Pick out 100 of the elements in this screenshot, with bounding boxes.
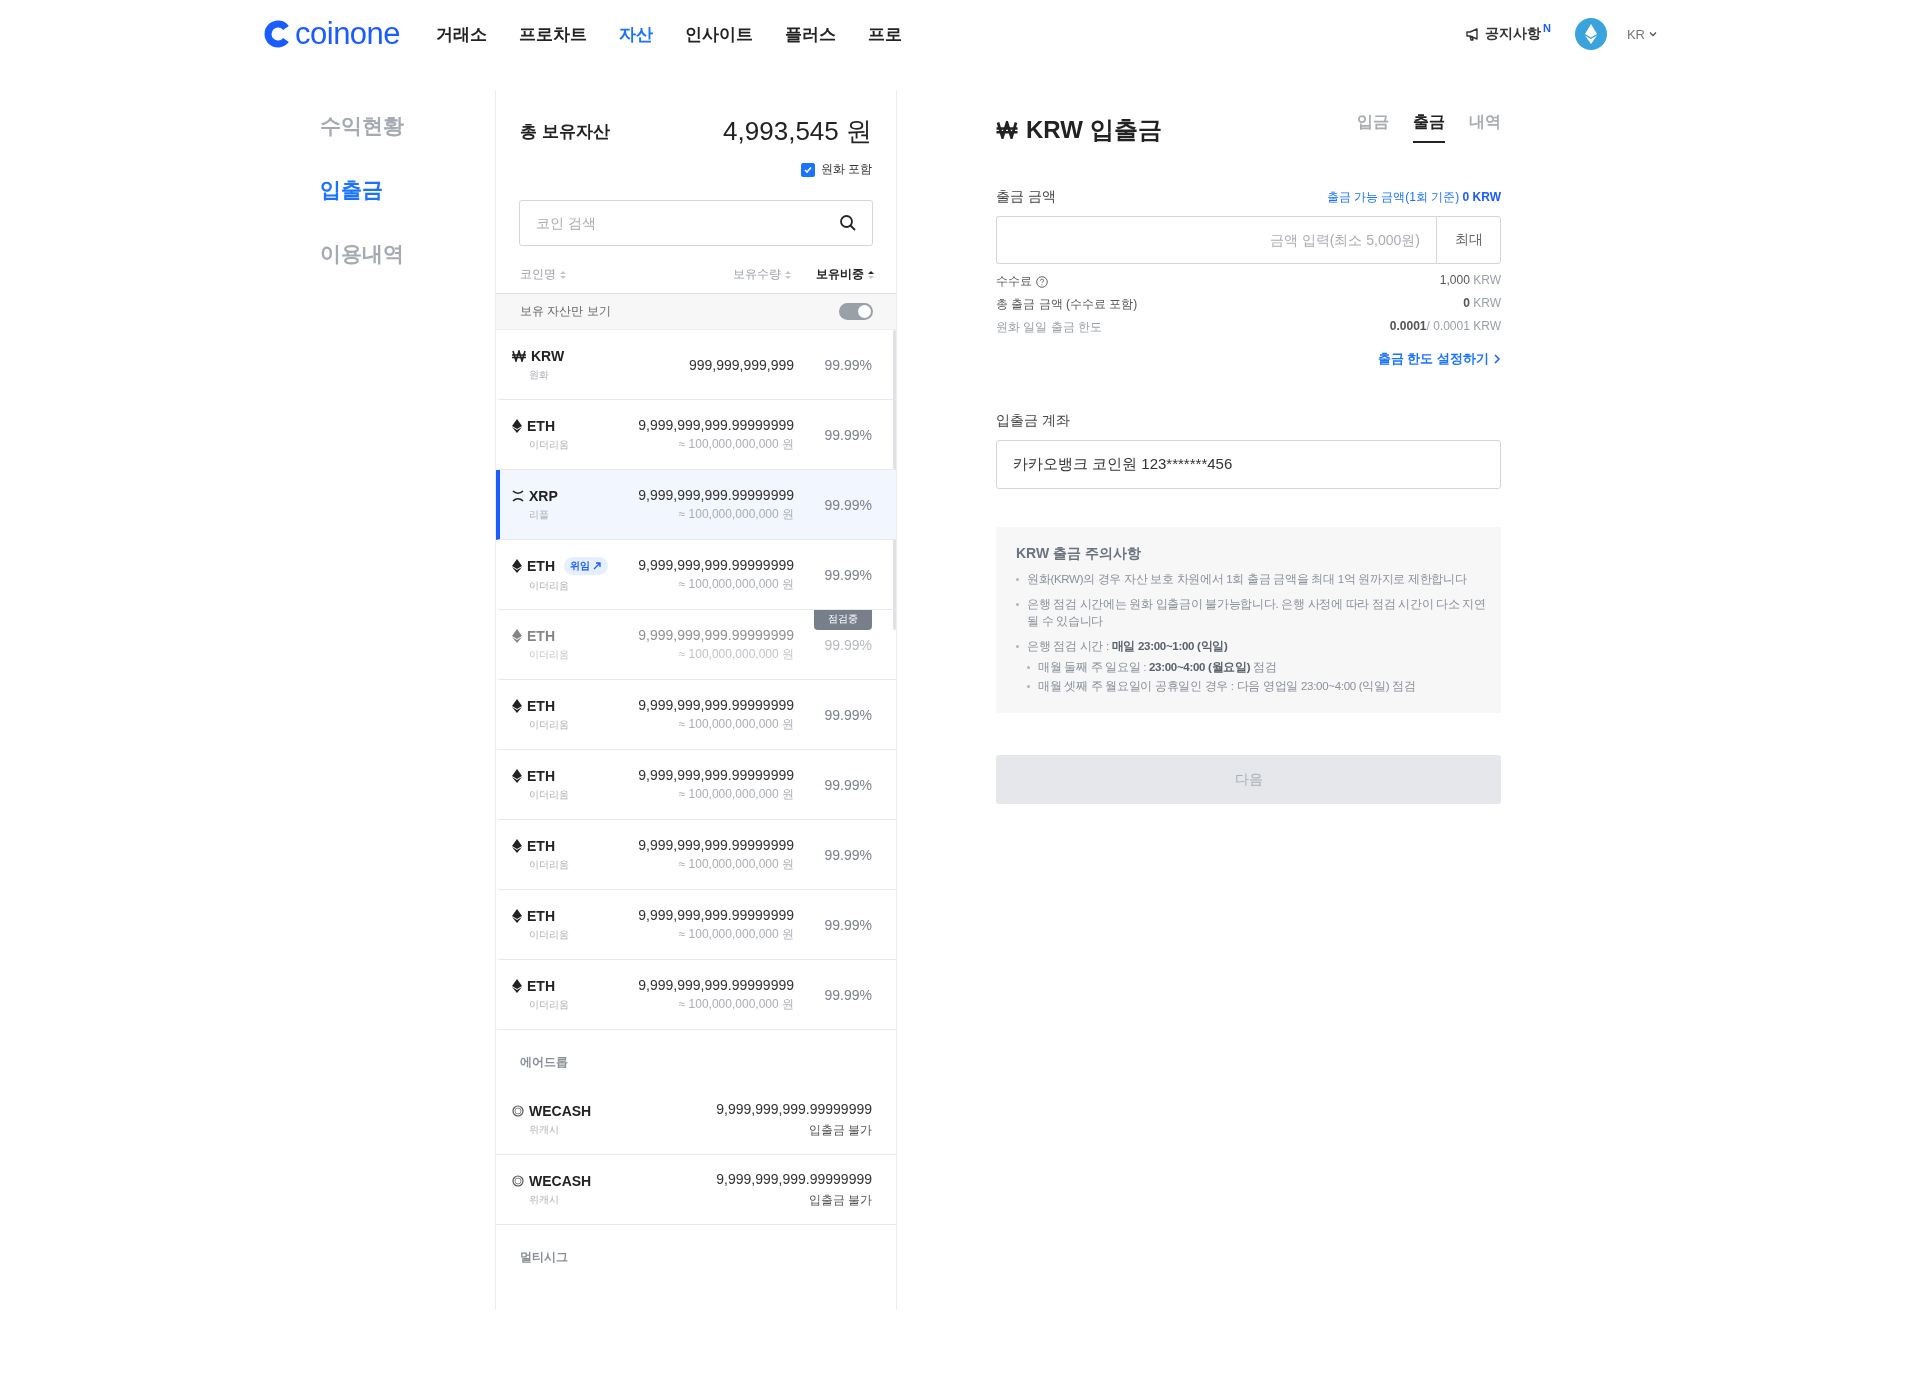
ethereum-avatar-icon[interactable]: [1574, 18, 1607, 50]
coin-symbol: KRW: [531, 347, 565, 364]
amount-field[interactable]: 금액 입력(최소 5,000원): [996, 216, 1436, 264]
nav-link[interactable]: 거래소: [436, 22, 488, 46]
sort-icon: [785, 269, 791, 280]
xrp-icon: [512, 489, 524, 502]
holding-share: 99.99%: [823, 776, 872, 793]
coin-name: 위캐시: [528, 1122, 560, 1137]
account-field: 카카오뱅크 코인원 123*******456: [996, 440, 1501, 489]
holding-share: 99.99%: [823, 356, 872, 373]
coinone-logo[interactable]: coinone: [264, 16, 401, 52]
notice-text: 은행 점검 시간에는 원화 입출금이 불가능합니다. 은행 사정에 따라 점검 시간이 다소 지연될 수 있습니다: [1027, 597, 1487, 629]
logo-text: coinone: [295, 16, 401, 52]
bullet-icon: [1027, 666, 1030, 669]
coin-symbol: ETH: [527, 417, 555, 434]
coin-symbol: ETH: [527, 767, 555, 784]
checkmark-icon: [802, 164, 813, 175]
coin-symbol: ETH: [527, 557, 555, 574]
ethereum-icon: [512, 768, 522, 783]
nav-link[interactable]: 플러스: [785, 22, 837, 46]
coin-symbol: ETH: [527, 907, 555, 924]
asset-row[interactable]: ETH 이더리움 9,999,999,999.99999999 ≈ 100,000,000,000 원 99.99%: [496, 750, 896, 820]
toggle-label: 보유 자산만 보기: [520, 303, 611, 320]
krw-value: ≈ 100,000,000,000 원: [678, 645, 794, 663]
asset-row[interactable]: ETH 이더리움 9,999,999,999.99999999 ≈ 100,000,000,000 원 99.99%: [496, 890, 896, 960]
asset-row[interactable]: ETH 위임 이더리움 9,999,999,999.99999999 ≈ 100,000,000,000 원 99.99%: [496, 540, 896, 610]
asset-row[interactable]: ETH 이더리움 9,999,999,999.99999999 ≈ 100,000,000,000 원 99.99% 점검중: [496, 610, 896, 680]
bullet-icon: [1027, 685, 1030, 688]
nav-link[interactable]: 프로차트: [519, 22, 588, 46]
total-assets-value: 4,993,545 원: [723, 115, 872, 148]
asset-row[interactable]: WECASH 위캐시 9,999,999,999.99999999 입출금 불가: [496, 1085, 896, 1155]
holding-share: 99.99%: [823, 846, 872, 863]
krw-value: ≈ 100,000,000,000 원: [678, 785, 794, 803]
holding-share: 99.99%: [823, 986, 872, 1003]
holding-share: 99.99%: [823, 426, 872, 443]
krw-value: ≈ 100,000,000,000 원: [678, 505, 794, 523]
coin-symbol: WECASH: [529, 1172, 592, 1189]
notice-link[interactable]: 공지사항: [1465, 25, 1541, 43]
holding-amount: 9,999,999,999.99999999: [716, 1100, 872, 1117]
ethereum-icon: [512, 698, 522, 713]
ethereum-icon: [512, 978, 522, 993]
coin-name: 원화: [528, 367, 550, 382]
sort-icon: [560, 269, 566, 280]
asset-row[interactable]: WECASH 위캐시 9,999,999,999.99999999 입출금 불가: [496, 1155, 896, 1224]
ethereum-icon: [512, 838, 522, 853]
holding-amount: 9,999,999,999.99999999: [638, 836, 794, 853]
limit-settings-link[interactable]: 출금 한도 설정하기: [1377, 350, 1501, 368]
ethereum-icon: [512, 558, 522, 573]
maintenance-badge: 점검중: [814, 610, 872, 630]
fee-label: 수수료: [996, 273, 1032, 290]
delegation-badge[interactable]: 위임: [564, 556, 608, 575]
fee-label: 총 출금 금액 (수수료 포함): [996, 296, 1138, 313]
help-icon[interactable]: [1036, 275, 1048, 288]
nav-link[interactable]: 자산: [619, 22, 654, 46]
sidebar-item[interactable]: 입출금: [320, 176, 495, 204]
krw-value: ≈ 100,000,000,000 원: [678, 855, 794, 873]
krw-value: ≈ 100,000,000,000 원: [678, 715, 794, 733]
panel-title: KRW 입출금: [1026, 115, 1162, 145]
max-button[interactable]: 최대: [1436, 216, 1501, 264]
chevron-right-icon: [1493, 354, 1501, 364]
search-field[interactable]: 코인 검색: [519, 200, 873, 246]
notice-text: 매월 둘째 주 일요일 : 23:00~4:00 (월요일) 점검: [1038, 660, 1277, 675]
checkbox[interactable]: [800, 162, 815, 177]
transfer-status: 입출금 불가: [808, 1121, 872, 1139]
toggle-switch[interactable]: [839, 303, 873, 320]
total-assets-label: 총 보유자산: [520, 121, 610, 143]
coin-ring-icon: [512, 1174, 524, 1187]
bullet-icon: [1016, 645, 1019, 648]
holding-amount: 9,999,999,999.99999999: [638, 486, 794, 503]
nav-link[interactable]: 프로: [868, 22, 903, 46]
bullet-icon: [1016, 578, 1019, 581]
coin-symbol: WECASH: [529, 1102, 592, 1119]
fee-label: 원화 일일 출금 한도: [996, 319, 1102, 336]
holding-amount: 9,999,999,999.99999999: [638, 556, 794, 573]
coin-symbol: ETH: [527, 697, 555, 714]
ethereum-icon: [512, 908, 522, 923]
holding-amount: 9,999,999,999.99999999: [716, 1170, 872, 1187]
available-amount: 출금 가능 금액(1회 기준) 0 KRW: [1326, 188, 1501, 206]
tab[interactable]: 출금: [1413, 112, 1445, 143]
sort-column-header[interactable]: 보유비중: [816, 266, 874, 283]
sort-icon: [868, 269, 874, 280]
asset-row[interactable]: ETH 이더리움 9,999,999,999.99999999 ≈ 100,000,000,000 원 99.99%: [496, 960, 896, 1030]
asset-row[interactable]: KRW 원화 999,999,999,999 99.99%: [496, 330, 896, 400]
holding-share: 99.99%: [823, 496, 872, 513]
asset-row[interactable]: XRP 리플 9,999,999,999.99999999 ≈ 100,000,000,000 원 99.99%: [496, 470, 896, 540]
nav-link[interactable]: 인사이트: [685, 22, 754, 46]
section-title: 에어드롭: [519, 1054, 569, 1071]
fee-value: 0 KRW: [1463, 296, 1501, 312]
holding-amount: 9,999,999,999.99999999: [638, 906, 794, 923]
asset-row[interactable]: ETH 이더리움 9,999,999,999.99999999 ≈ 100,000,000,000 원 99.99%: [496, 680, 896, 750]
krw-value: ≈ 100,000,000,000 원: [678, 995, 794, 1013]
section-title: 멀티시그: [519, 1249, 569, 1266]
fee-value: 0.0001/ 0.0001 KRW: [1389, 319, 1501, 335]
asset-row[interactable]: ETH 이더리움 9,999,999,999.99999999 ≈ 100,000,000,000 원 99.99%: [496, 820, 896, 890]
language-dropdown[interactable]: KR: [1626, 26, 1658, 42]
coin-name: 이더리움: [528, 857, 570, 872]
holding-share: 99.99%: [823, 566, 872, 583]
ethereum-icon: [512, 418, 522, 433]
search-icon[interactable]: [839, 214, 857, 232]
chevron-down-icon: [1648, 29, 1658, 39]
